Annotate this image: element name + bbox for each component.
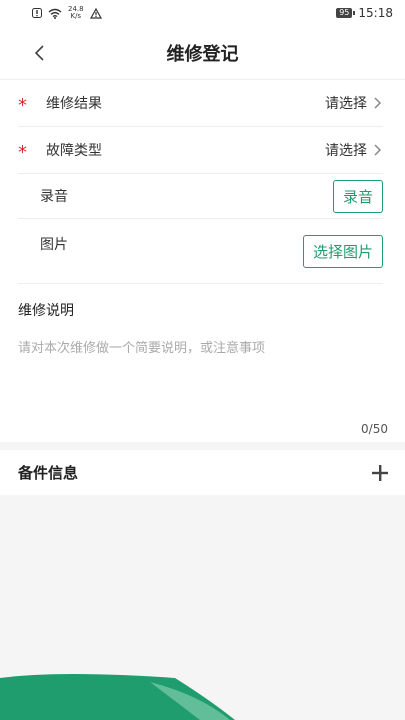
wifi-icon — [48, 8, 62, 19]
description-input[interactable] — [18, 337, 387, 407]
header: 维修登记 — [0, 26, 405, 80]
required-marker: * — [18, 141, 27, 163]
fault-type-label: 故障类型 — [46, 143, 102, 159]
notification-icon — [32, 8, 42, 18]
fault-type-value[interactable]: 请选择 — [325, 140, 383, 160]
clock: 15:18 — [358, 6, 393, 20]
required-marker: * — [18, 94, 27, 116]
repair-result-label-wrap: * 维修结果 — [18, 91, 102, 116]
recording-label: 录音 — [40, 189, 68, 205]
network-speed-unit: K/s — [70, 12, 82, 20]
fault-type-value-text: 请选择 — [325, 143, 367, 159]
status-bar: 24.8 K/s 95 15:18 — [0, 0, 405, 26]
page-title: 维修登记 — [166, 43, 239, 65]
plus-icon[interactable] — [371, 464, 389, 482]
warning-icon — [89, 7, 102, 19]
network-speed: 24.8 K/s — [68, 6, 84, 20]
repair-result-value-text: 请选择 — [325, 96, 367, 112]
fault-type-row[interactable]: * 故障类型 请选择 — [18, 127, 383, 174]
description-label: 维修说明 — [18, 303, 74, 319]
green-wave-decoration — [0, 674, 235, 720]
repair-result-label: 维修结果 — [46, 96, 102, 112]
repair-result-row[interactable]: * 维修结果 请选择 — [18, 80, 383, 127]
recording-row: 录音 录音 — [18, 174, 383, 219]
chevron-right-icon — [374, 97, 382, 109]
character-counter: 0/50 — [361, 422, 388, 436]
spare-parts-label: 备件信息 — [18, 464, 79, 482]
record-button[interactable]: 录音 — [332, 179, 383, 213]
fault-type-label-wrap: * 故障类型 — [18, 138, 102, 163]
image-label: 图片 — [40, 237, 68, 253]
spare-parts-section[interactable]: 备件信息 — [0, 450, 405, 495]
choose-image-button[interactable]: 选择图片 — [302, 235, 383, 268]
back-arrow-icon[interactable] — [30, 43, 50, 63]
chevron-right-icon — [374, 144, 382, 156]
description-section: 维修说明 0/50 — [0, 284, 405, 442]
status-left: 24.8 K/s — [32, 6, 102, 20]
battery-icon: 95 — [336, 8, 356, 18]
status-right: 95 15:18 — [336, 6, 393, 20]
image-row: 图片 选择图片 — [18, 219, 383, 284]
repair-result-value[interactable]: 请选择 — [325, 93, 383, 113]
form-card: * 维修结果 请选择 * 故障类型 请选择 录音 录音 图片 选择图片 — [0, 80, 405, 284]
